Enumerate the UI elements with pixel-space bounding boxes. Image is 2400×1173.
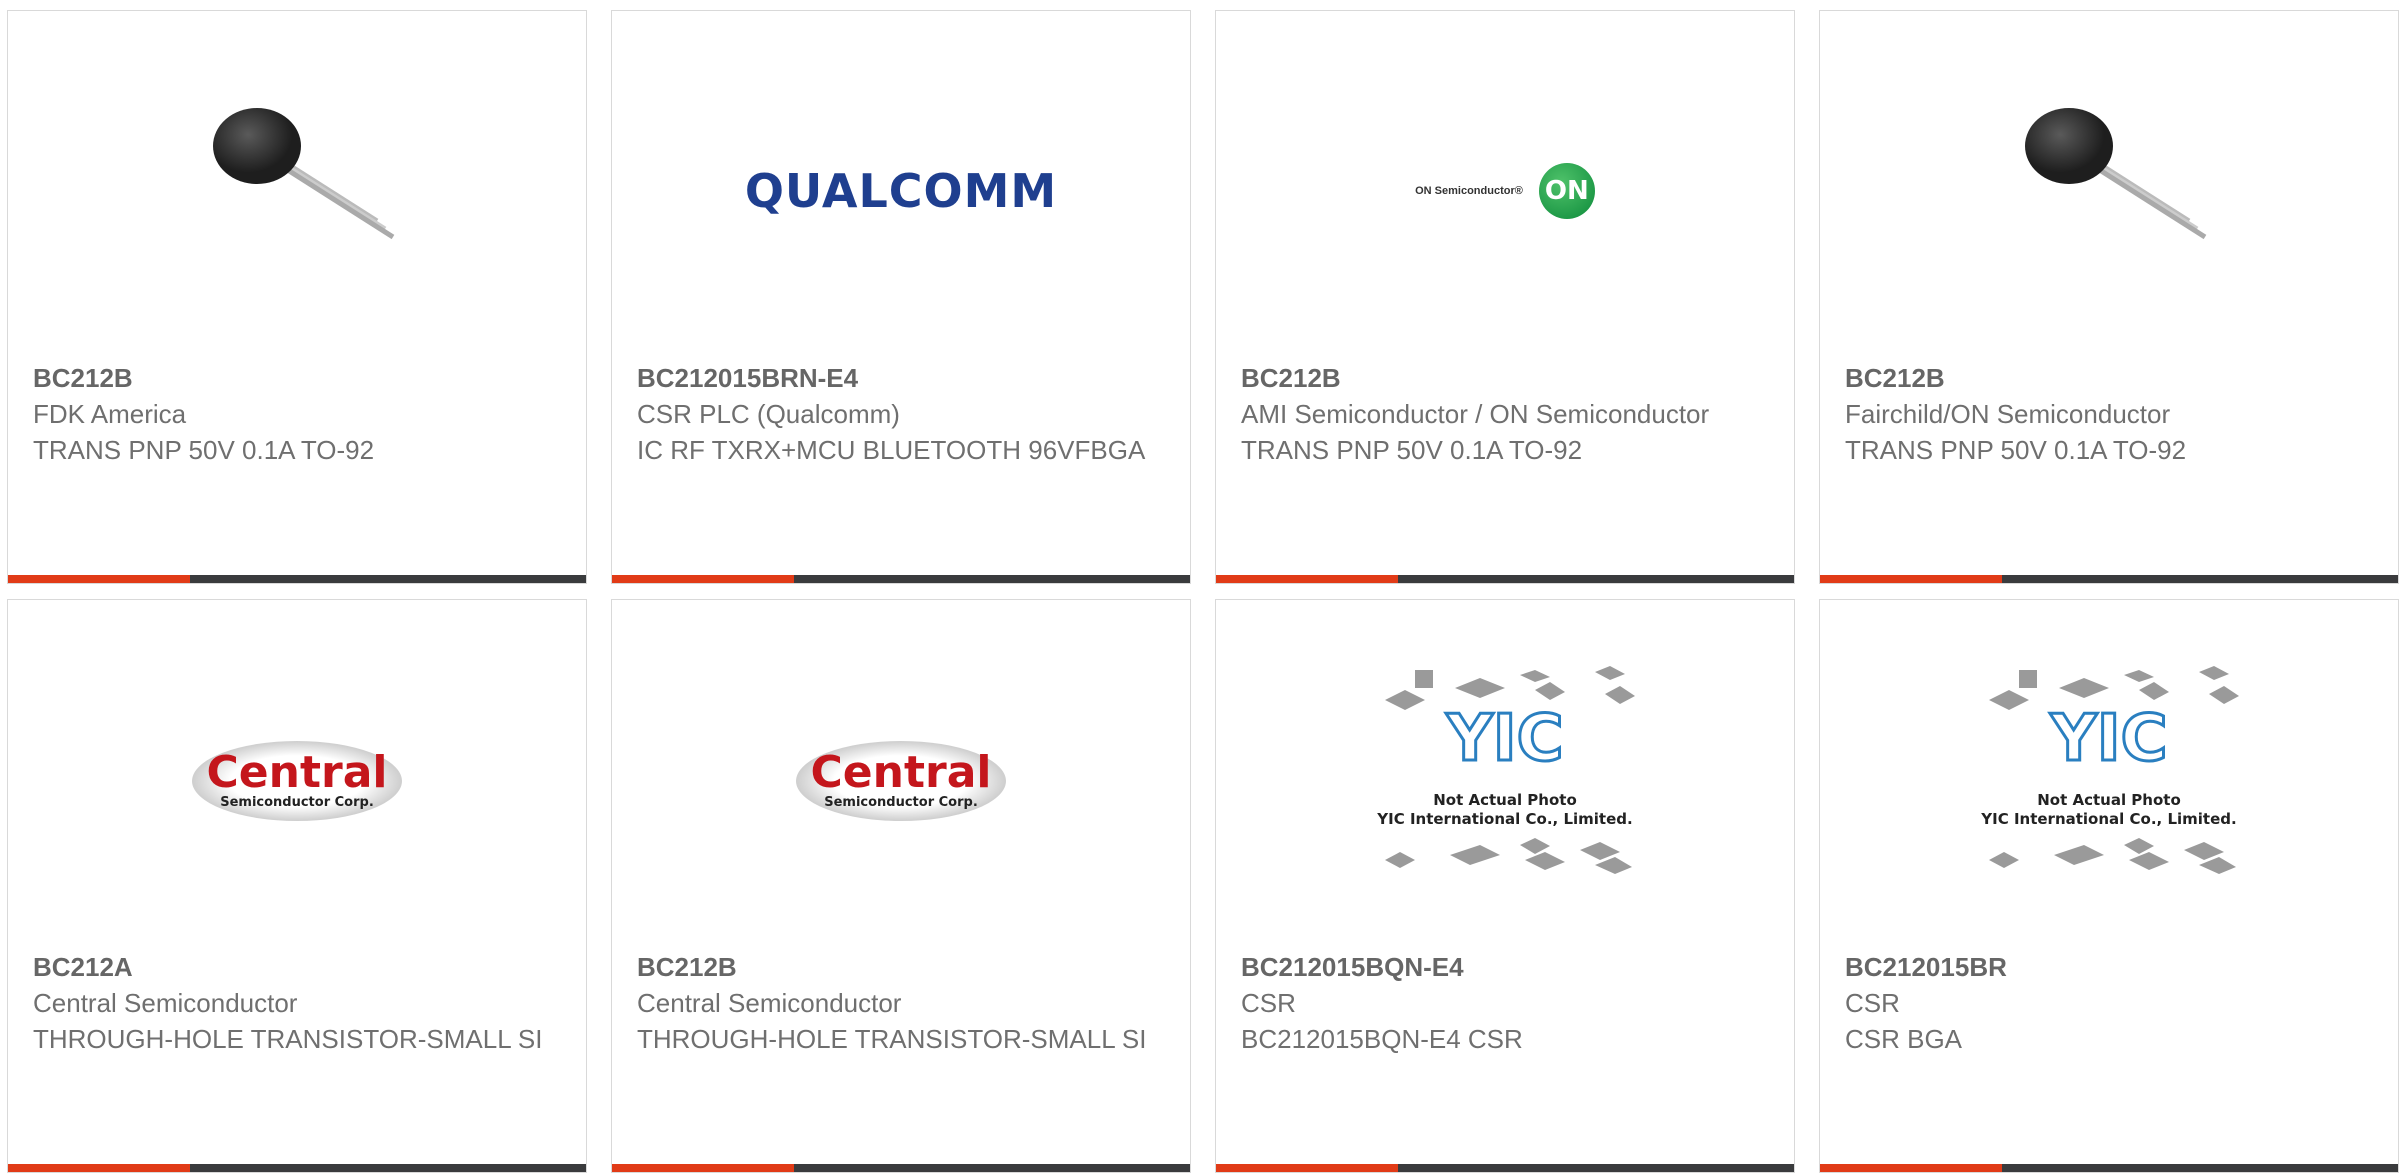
svg-text:YIC: YIC [2049, 702, 2167, 776]
card-bar [612, 1164, 1190, 1172]
product-card[interactable]: Central Semiconductor Corp. BC212A Centr… [7, 599, 587, 1173]
description: CSR BGA [1845, 1024, 1963, 1054]
description: TRANS PNP 50V 0.1A TO-92 [33, 435, 375, 465]
card-bar [1216, 1164, 1794, 1172]
svg-text:Not Actual Photo: Not Actual Photo [2037, 791, 2181, 809]
description: TRANS PNP 50V 0.1A TO-92 [1845, 435, 2187, 465]
part-number[interactable]: BC212B [1241, 360, 1774, 396]
card-bar [8, 575, 586, 583]
product-image[interactable]: QUALCOMM [612, 71, 1190, 311]
part-number[interactable]: BC212015BR [1845, 949, 2378, 985]
product-card[interactable]: BC212B FDK America TRANS PNP 50V 0.1A TO… [7, 10, 587, 584]
part-number[interactable]: BC212A [33, 949, 566, 985]
product-image[interactable]: Central Semiconductor Corp. [8, 660, 586, 900]
svg-text:YIC: YIC [1445, 702, 1563, 776]
part-number[interactable]: BC212B [1845, 360, 2378, 396]
product-card[interactable]: Central Semiconductor Corp. BC212B Centr… [611, 599, 1191, 1173]
manufacturer: CSR PLC (Qualcomm) [637, 399, 900, 429]
on-semiconductor-logo: ON Semiconductor® ON [1415, 163, 1595, 219]
description: TRANS PNP 50V 0.1A TO-92 [1241, 435, 1583, 465]
manufacturer: AMI Semiconductor / ON Semiconductor [1241, 399, 1710, 429]
qualcomm-logo: QUALCOMM [744, 164, 1058, 218]
product-card[interactable]: YIC Not Actual Photo YIC International C… [1215, 599, 1795, 1173]
svg-text:YIC International Co., Limited: YIC International Co., Limited. [1980, 810, 2236, 828]
product-card[interactable]: ON Semiconductor® ON BC212B AMI Semicond… [1215, 10, 1795, 584]
product-grid: BC212B FDK America TRANS PNP 50V 0.1A TO… [0, 0, 2400, 1173]
card-bar [1820, 1164, 2398, 1172]
manufacturer: CSR [1241, 988, 1296, 1018]
central-semiconductor-logo: Central Semiconductor Corp. [796, 735, 1006, 825]
manufacturer: Central Semiconductor [637, 988, 902, 1018]
product-image[interactable]: YIC Not Actual Photo YIC International C… [1820, 660, 2398, 900]
transistor-icon [213, 108, 395, 240]
card-bar [612, 575, 1190, 583]
manufacturer: Central Semiconductor [33, 988, 298, 1018]
product-image[interactable]: YIC Not Actual Photo YIC International C… [1216, 660, 1794, 900]
description: IC RF TXRX+MCU BLUETOOTH 96VFBGA [637, 435, 1146, 465]
description: BC212015BQN-E4 CSR [1241, 1024, 1523, 1054]
transistor-icon [2025, 108, 2207, 240]
svg-text:Not Actual Photo: Not Actual Photo [1433, 791, 1577, 809]
svg-text:YIC International Co., Limited: YIC International Co., Limited. [1376, 810, 1632, 828]
product-image[interactable]: Central Semiconductor Corp. [612, 660, 1190, 900]
yic-placeholder-image: YIC Not Actual Photo YIC International C… [1974, 660, 2244, 900]
product-card[interactable]: BC212B Fairchild/ON Semiconductor TRANS … [1819, 10, 2399, 584]
manufacturer: CSR [1845, 988, 1900, 1018]
manufacturer: FDK America [33, 399, 187, 429]
product-image[interactable]: ON Semiconductor® ON [1216, 71, 1794, 311]
card-bar [1820, 575, 2398, 583]
card-bar [1216, 575, 1794, 583]
product-card[interactable]: YIC Not Actual Photo YIC International C… [1819, 599, 2399, 1173]
product-card[interactable]: QUALCOMM BC212015BRN-E4 CSR PLC (Qualcom… [611, 10, 1191, 584]
part-number[interactable]: BC212B [33, 360, 566, 396]
on-badge-icon: ON [1538, 163, 1595, 219]
yic-placeholder-image: YIC Not Actual Photo YIC International C… [1370, 660, 1640, 900]
card-bar [8, 1164, 586, 1172]
description: THROUGH-HOLE TRANSISTOR-SMALL SI [33, 1024, 543, 1054]
product-image[interactable] [8, 71, 586, 311]
central-semiconductor-logo: Central Semiconductor Corp. [192, 735, 402, 825]
part-number[interactable]: BC212015BRN-E4 [637, 360, 1170, 396]
part-number[interactable]: BC212015BQN-E4 [1241, 949, 1774, 985]
product-image[interactable] [1820, 71, 2398, 311]
description: THROUGH-HOLE TRANSISTOR-SMALL SI [637, 1024, 1147, 1054]
part-number[interactable]: BC212B [637, 949, 1170, 985]
manufacturer: Fairchild/ON Semiconductor [1845, 399, 2171, 429]
